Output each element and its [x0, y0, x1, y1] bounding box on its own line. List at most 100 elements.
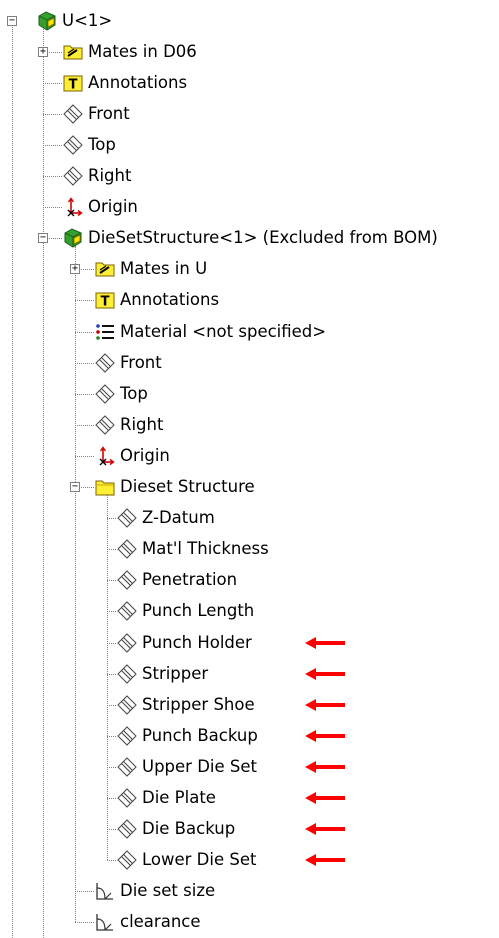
- mates-folder-icon: [62, 41, 84, 63]
- tree-item[interactable]: Origin: [94, 440, 170, 471]
- tree-item[interactable]: U<1>: [36, 5, 112, 36]
- tree-item-label: Front: [120, 352, 162, 372]
- tree-connector-horizontal: [43, 144, 62, 146]
- origin-icon: [62, 196, 84, 218]
- tree-item[interactable]: Front: [94, 347, 162, 378]
- tree-item-label: Punch Backup: [142, 725, 258, 745]
- plane-icon: [94, 352, 116, 374]
- tree-connector-horizontal: [107, 766, 116, 768]
- tree-item-label: Top: [88, 134, 116, 154]
- minus-icon: −: [71, 481, 79, 493]
- tree-item[interactable]: Punch Holder: [116, 627, 252, 658]
- tree-item-label: Right: [88, 166, 132, 185]
- tree-item[interactable]: Top: [94, 378, 148, 409]
- plane-icon: [116, 818, 138, 840]
- plane-icon: [116, 663, 138, 685]
- tree-item-label: Stripper Shoe: [142, 694, 255, 714]
- tree-item[interactable]: Die set size: [94, 876, 215, 907]
- tree-item-label: Die Plate: [142, 788, 216, 807]
- tree-item-label: Top: [120, 383, 148, 403]
- tree-item[interactable]: Material <not specified>: [94, 316, 326, 347]
- plane-icon: [94, 414, 116, 436]
- tree-connector-horizontal: [107, 611, 116, 613]
- tree-connector-horizontal: [107, 518, 116, 520]
- tree-connector-horizontal: [107, 642, 116, 644]
- plane-icon: [116, 787, 138, 809]
- tree-item-label: Z-Datum: [142, 508, 215, 528]
- tree-connector-horizontal: [75, 891, 94, 893]
- collapse-toggle[interactable]: −: [7, 15, 17, 26]
- tree-item-label: U<1>: [62, 10, 113, 30]
- plane-icon: [116, 569, 138, 591]
- tree-connector-horizontal: [75, 393, 94, 395]
- part-icon: [36, 10, 58, 32]
- tree-item-label: Origin: [120, 445, 170, 465]
- tree-item[interactable]: Penetration: [116, 565, 237, 596]
- plane-icon: [116, 632, 138, 654]
- annotations-icon: T: [94, 289, 116, 311]
- tree-item[interactable]: DieSetStructure<1> (Excluded from BOM): [62, 223, 438, 254]
- part-icon: [62, 227, 84, 249]
- expand-toggle[interactable]: +: [38, 45, 48, 57]
- tree-item-label: Annotations: [120, 290, 220, 310]
- tree-item-label: Mates in U: [120, 259, 208, 279]
- red-arrow-icon: [305, 791, 345, 805]
- tree-item[interactable]: Dieset Structure: [94, 472, 255, 503]
- plane-icon: [94, 383, 116, 405]
- tree-connector-horizontal: [107, 829, 116, 831]
- red-arrow-icon: [305, 667, 345, 681]
- plus-icon: +: [39, 45, 47, 57]
- tree-item[interactable]: Top: [62, 129, 116, 160]
- plane-icon: [62, 134, 84, 156]
- sketch-icon: [94, 880, 116, 902]
- tree-item-label: Lower Die Set: [142, 850, 257, 870]
- tree-connector-horizontal: [43, 207, 62, 209]
- tree-item-label: Origin: [88, 197, 138, 217]
- tree-item[interactable]: Upper Die Set: [116, 751, 257, 782]
- plane-icon: [116, 725, 138, 747]
- tree-connector-horizontal: [43, 113, 62, 115]
- tree-item[interactable]: clearance: [94, 907, 201, 938]
- plane-icon: [62, 103, 84, 125]
- tree-item[interactable]: Die Plate: [116, 783, 216, 814]
- tree-connector-horizontal: [75, 455, 94, 457]
- tree-item[interactable]: Punch Length: [116, 596, 254, 627]
- tree-item[interactable]: Mates in U: [94, 254, 207, 285]
- tree-item-label: Stripper: [142, 663, 209, 683]
- annotations-icon: T: [62, 72, 84, 94]
- tree-item-label: Die set size: [120, 881, 216, 901]
- red-arrow-icon: [305, 698, 345, 712]
- plane-icon: [116, 849, 138, 871]
- tree-connector-vertical: [43, 238, 44, 938]
- tree-item[interactable]: Lower Die Set: [116, 845, 256, 876]
- tree-connector-horizontal: [75, 922, 94, 924]
- origin-icon: [94, 445, 116, 467]
- tree-item[interactable]: Die Backup: [116, 814, 235, 845]
- tree-item[interactable]: T Annotations: [62, 67, 187, 98]
- tree-item[interactable]: Origin: [62, 192, 138, 223]
- svg-text:T: T: [101, 295, 110, 310]
- tree-connector-horizontal: [75, 300, 94, 302]
- tree-item[interactable]: Right: [94, 409, 163, 440]
- tree-item[interactable]: Stripper: [116, 658, 208, 689]
- tree-item-label: Right: [120, 414, 164, 434]
- tree-item-label: Penetration: [142, 570, 238, 590]
- expand-toggle[interactable]: +: [70, 264, 80, 275]
- tree-item[interactable]: Front: [62, 98, 130, 129]
- tree-item-label: Material <not specified>: [120, 321, 327, 341]
- tree-item[interactable]: Punch Backup: [116, 720, 258, 751]
- tree-item[interactable]: Z-Datum: [116, 503, 215, 534]
- tree-item[interactable]: Mat'l Thickness: [116, 534, 269, 565]
- tree-connector-horizontal: [107, 580, 116, 582]
- collapse-toggle[interactable]: −: [38, 232, 48, 244]
- tree-item[interactable]: T Annotations: [94, 285, 219, 316]
- tree-connector-vertical: [75, 246, 76, 923]
- tree-item[interactable]: Stripper Shoe: [116, 689, 255, 720]
- tree-item[interactable]: Right: [62, 161, 131, 192]
- tree-connector-horizontal: [107, 704, 116, 706]
- collapse-toggle[interactable]: −: [70, 481, 80, 493]
- minus-icon: −: [39, 232, 47, 244]
- tree-item-label: Mat'l Thickness: [142, 539, 269, 559]
- tree-item[interactable]: Mates in D06: [62, 36, 197, 67]
- tree-connector-horizontal: [107, 798, 116, 800]
